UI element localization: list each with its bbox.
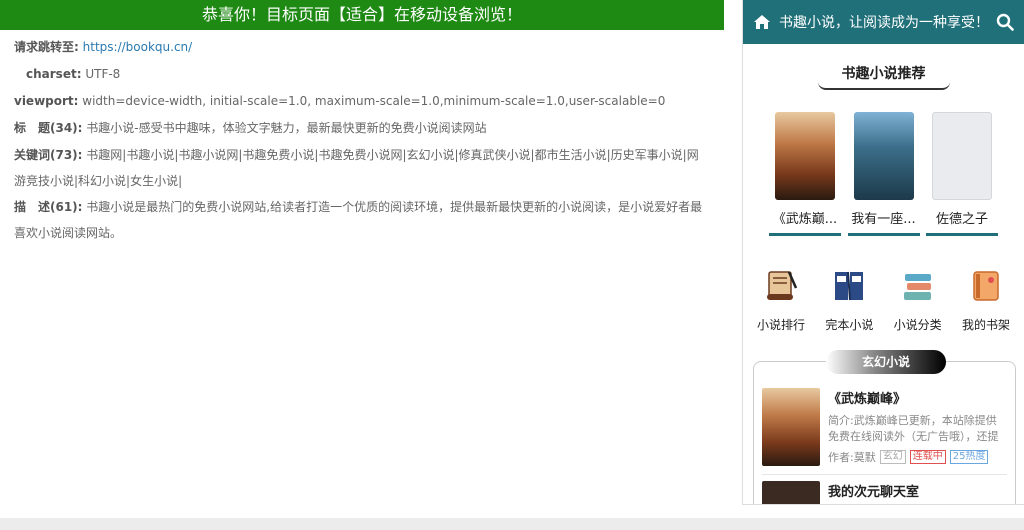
charset-value: UTF-8 — [85, 67, 121, 81]
result-banner: 恭喜你！目标页面【适合】在移动设备浏览！ — [0, 0, 724, 30]
books-icon — [835, 271, 864, 301]
book-cover[interactable] — [775, 112, 835, 200]
shortcut-label: 完本小说 — [825, 318, 874, 332]
shortcut-label: 小说排行 — [756, 318, 805, 332]
mobile-header: 书趣小说，让阅读成为一种享受！ — [743, 0, 1024, 44]
book-card[interactable]: 《武炼巅... — [769, 112, 841, 236]
bottom-bar — [0, 518, 1024, 530]
site-slogan: 书趣小说，让阅读成为一种享受！ — [779, 15, 989, 31]
shortcut-label: 小说分类 — [893, 318, 942, 332]
search-icon[interactable] — [996, 13, 1014, 31]
genre-tag: 玄幻 — [879, 450, 906, 464]
book-cover[interactable] — [932, 112, 992, 200]
stack-icon — [903, 274, 931, 300]
description-row: 描 述(61): 书趣小说是最热门的免费小说网站,给读者打造一个优质的阅读环境，… — [14, 194, 710, 246]
book-title[interactable]: 《武炼巅峰》 — [828, 388, 1000, 407]
redirect-label: 请求跳转至: — [14, 40, 79, 54]
home-icon[interactable] — [753, 14, 771, 30]
viewport-row: viewport: width=device-width, initial-sc… — [14, 88, 710, 115]
book-footer: 作者:莫默 玄幻 连载中 25热度 — [828, 449, 1000, 465]
redirect-row: 请求跳转至: https://bookqu.cn/ — [14, 34, 710, 61]
page: 恭喜你！目标页面【适合】在移动设备浏览！ 请求跳转至: https://book… — [0, 0, 1024, 530]
category-card: 玄幻小说 《武炼巅峰》 简介:武炼巅峰已更新，本站除提供免费在线阅读外（无广告哦… — [753, 350, 1016, 504]
title-value: 书趣小说-感受书中趣味，体验文字魅力，最新最快更新的免费小说阅读网站 — [86, 121, 487, 135]
book-underline — [847, 233, 920, 236]
shortcut-bookshelf[interactable]: 我的书架 — [956, 268, 1016, 333]
redirect-link[interactable]: https://bookqu.cn/ — [83, 40, 193, 54]
viewport-label: viewport: — [14, 94, 79, 108]
heat-badge: 25热度 — [949, 450, 989, 464]
list-item[interactable]: 《武炼巅峰》 简介:武炼巅峰已更新，本站除提供免费在线阅读外（无广告哦），还提供… — [754, 362, 1015, 466]
book-meta: 《武炼巅峰》 简介:武炼巅峰已更新，本站除提供免费在线阅读外（无广告哦），还提供… — [828, 388, 1000, 466]
keywords-value: 书趣网|书趣小说|书趣小说网|书趣免费小说|书趣免费小说网|玄幻小说|修真武侠小… — [14, 148, 699, 188]
recommend-title: 书趣小说推荐 — [817, 60, 950, 90]
scroll-icon — [767, 271, 798, 300]
book-thumbnail[interactable] — [762, 481, 820, 504]
recommend-books: 《武炼巅... 我有一座... 佐德之子 — [743, 112, 1024, 236]
mobile-preview: 书趣小说，让阅读成为一种享受！ 书趣小说推荐 《武炼巅... 我有一座... 佐… — [742, 0, 1024, 505]
book-thumbnail[interactable] — [762, 388, 820, 466]
book-underline — [769, 233, 841, 236]
title-label: 标 题(34): — [14, 121, 83, 135]
status-badge: 连载中 — [909, 450, 946, 464]
description-value: 书趣小说是最热门的免费小说网站,给读者打造一个优质的阅读环境，提供最新最快更新的… — [14, 200, 703, 240]
book-name[interactable]: 我有一座... — [848, 208, 920, 227]
detection-report: 恭喜你！目标页面【适合】在移动设备浏览！ 请求跳转至: https://book… — [0, 0, 724, 518]
bookmark-icon — [973, 271, 999, 301]
shortcut-ranking[interactable]: 小说排行 — [751, 268, 811, 333]
book-cover[interactable] — [853, 112, 914, 200]
title-row: 标 题(34): 书趣小说-感受书中趣味，体验文字魅力，最新最快更新的免费小说阅… — [14, 115, 710, 142]
book-description: 简介:武炼巅峰已更新，本站除提供免费在线阅读外（无广告哦），还提供 — [828, 414, 999, 443]
viewport-value: width=device-width, initial-scale=1.0, m… — [82, 94, 666, 108]
category-pill[interactable]: 玄幻小说 — [826, 350, 946, 374]
charset-label: charset: — [26, 67, 82, 81]
meta-info: 请求跳转至: https://bookqu.cn/ charset: UTF-8… — [0, 30, 724, 246]
book-card[interactable]: 佐德之子 — [926, 112, 998, 236]
description-label: 描 述(61): — [14, 200, 83, 214]
keywords-row: 关键词(73): 书趣网|书趣小说|书趣小说网|书趣免费小说|书趣免费小说网|玄… — [14, 142, 710, 194]
shortcut-finished[interactable]: 完本小说 — [819, 268, 879, 333]
list-item[interactable]: 我的次元聊天室 — [754, 475, 1015, 504]
shortcut-category[interactable]: 小说分类 — [888, 268, 948, 333]
book-name[interactable]: 《武炼巅... — [769, 208, 841, 227]
keywords-label: 关键词(73): — [14, 148, 83, 162]
book-author: 作者:莫默 — [828, 451, 876, 464]
book-card[interactable]: 我有一座... — [847, 112, 920, 236]
book-name[interactable]: 佐德之子 — [926, 208, 998, 227]
charset-row: charset: UTF-8 — [14, 61, 710, 88]
book-title[interactable]: 我的次元聊天室 — [828, 481, 919, 504]
shortcut-label: 我的书架 — [961, 318, 1010, 332]
book-underline — [926, 233, 998, 236]
shortcut-nav: 小说排行 完本小说 小说分类 我的书架 — [743, 268, 1024, 333]
